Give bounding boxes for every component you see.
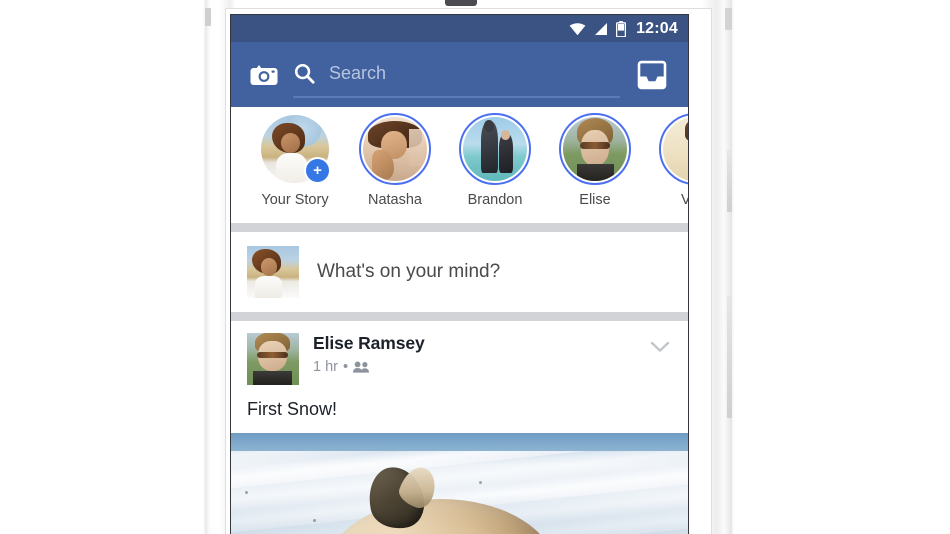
battery-icon [616,20,627,37]
story-label: Natasha [367,192,422,208]
story-label: Elise [579,192,611,208]
photo-speck [245,491,248,494]
story-item-natasha[interactable]: Natasha [345,113,445,208]
power-button[interactable] [205,8,211,26]
user-avatar [247,246,299,298]
story-item-brandon[interactable]: Brandon [445,113,545,208]
section-divider [231,223,688,232]
wifi-icon [569,22,586,36]
volume-up-button[interactable] [727,150,732,212]
story-label: Your Story [261,192,329,208]
phone-screen: 12:04 Search + Your Story Natasha Brando… [230,14,689,534]
post-composer[interactable]: What's on your mind? [231,232,688,312]
post-author-name[interactable]: Elise Ramsey [313,333,646,354]
add-story-plus-icon[interactable]: + [304,157,331,184]
story-item-elise[interactable]: Elise [545,113,645,208]
section-divider [231,312,688,321]
story-label: Brandon [467,192,523,208]
story-ring [459,113,531,185]
top-right-button[interactable] [725,8,732,30]
messenger-inbox-icon[interactable] [634,57,670,93]
story-avatar [363,117,427,181]
story-ring [659,113,688,185]
status-bar-clock: 12:04 [636,19,678,37]
stories-tray[interactable]: + Your Story Natasha Brandon Elise [231,107,688,223]
post-photo[interactable] [231,433,688,534]
story-avatar [663,117,688,181]
app-header-bar: Search [231,42,688,107]
post-timestamp: 1 hr [313,359,338,375]
story-item-your-story[interactable]: + Your Story [245,113,345,208]
camera-icon[interactable] [247,58,281,92]
friends-privacy-icon[interactable] [353,361,370,373]
photo-speck [479,481,482,484]
post-separator-dot: • [343,359,349,375]
post-body-text: First Snow! [247,399,338,419]
search-input[interactable]: Search [293,52,620,98]
story-ring: + [259,113,331,185]
post-meta: Elise Ramsey 1 hr • [313,333,646,375]
composer-prompt-text: What's on your mind? [317,261,501,282]
feed-post: Elise Ramsey 1 hr • First Snow! [231,321,688,534]
story-ring [359,113,431,185]
post-header: Elise Ramsey 1 hr • [231,321,688,385]
story-avatar [463,117,527,181]
chevron-down-icon[interactable] [646,333,674,361]
story-avatar [563,117,627,181]
story-ring [559,113,631,185]
volume-down-button[interactable] [727,296,732,418]
search-icon [293,63,315,85]
photo-speck [313,519,316,522]
status-bar: 12:04 [231,15,688,42]
post-subline: 1 hr • [313,359,646,375]
post-author-avatar[interactable] [247,333,299,385]
search-placeholder-text: Search [329,63,387,83]
story-item-vinc[interactable]: Vinc [645,113,688,208]
speaker-grille-icon [445,0,477,6]
cellular-signal-icon [594,22,608,36]
story-label: Vinc [681,192,688,208]
